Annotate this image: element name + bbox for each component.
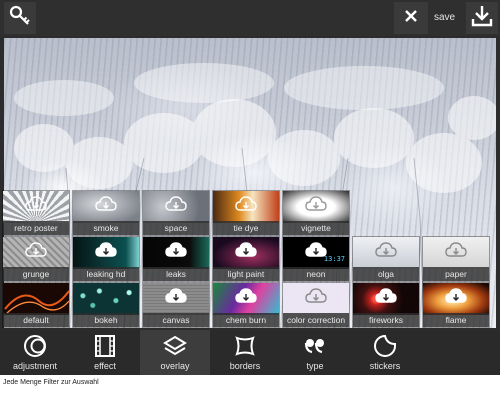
image-caption: Jede Menge Filter zur Auswahl	[3, 379, 99, 386]
filter-label: space	[143, 221, 209, 235]
filter-light-paint[interactable]: light paint	[212, 236, 280, 282]
filter-label: light paint	[213, 267, 279, 281]
download-icon	[470, 4, 494, 33]
save-label[interactable]: save	[434, 12, 455, 23]
adjustment-icon	[23, 334, 47, 358]
app-window: save retro poster smoke space tie dye vi…	[0, 0, 500, 375]
filter-label: olga	[353, 267, 419, 281]
key-icon	[9, 5, 31, 32]
cloud-download-icon	[25, 196, 47, 211]
cloud-download-icon	[375, 288, 397, 303]
cloud-download-icon	[375, 242, 397, 257]
tool-stickers[interactable]: stickers	[350, 330, 420, 375]
filter-label: fireworks	[353, 313, 419, 327]
filter-label: default	[3, 313, 69, 327]
border-frame-icon	[233, 334, 257, 358]
film-icon	[93, 334, 117, 358]
filter-retro-poster[interactable]: retro poster	[2, 190, 70, 236]
filter-bokeh[interactable]: bokeh	[72, 282, 140, 328]
filter-label: smoke	[73, 221, 139, 235]
filter-label: neon	[283, 267, 349, 281]
tool-label: overlay	[160, 361, 190, 371]
tool-overlay[interactable]: overlay	[140, 330, 210, 375]
layers-icon	[163, 334, 187, 358]
neon-clock-text: 13:37	[323, 255, 345, 263]
cloud-download-icon	[445, 288, 467, 303]
filter-space[interactable]: space	[142, 190, 210, 236]
filter-label: grunge	[3, 267, 69, 281]
close-button[interactable]	[394, 2, 428, 34]
download-button[interactable]	[466, 2, 498, 34]
cloud-download-icon	[305, 196, 327, 211]
filter-default[interactable]: default	[2, 282, 70, 328]
filter-leaks[interactable]: leaks	[142, 236, 210, 282]
tool-type[interactable]: type	[280, 330, 350, 375]
filter-chem-burn[interactable]: chem burn	[212, 282, 280, 328]
cloud-download-icon	[235, 196, 257, 211]
filter-label: bokeh	[73, 313, 139, 327]
filter-fireworks[interactable]: fireworks	[352, 282, 420, 328]
filter-label: retro poster	[3, 221, 69, 235]
cloud-download-icon	[305, 288, 327, 303]
filter-smoke[interactable]: smoke	[72, 190, 140, 236]
tool-borders[interactable]: borders	[210, 330, 280, 375]
filter-label: chem burn	[213, 313, 279, 327]
key-button[interactable]	[4, 2, 36, 34]
cloud-download-icon	[165, 196, 187, 211]
flame-swirl-graphic	[4, 290, 69, 314]
filter-vignette[interactable]: vignette	[282, 190, 350, 236]
filter-label: vignette	[283, 221, 349, 235]
filter-tie-dye[interactable]: tie dye	[212, 190, 280, 236]
cloud-download-icon	[25, 242, 47, 257]
filter-thumbnail	[73, 283, 139, 315]
tool-label: type	[306, 361, 324, 371]
filter-leaking-hd[interactable]: leaking hd	[72, 236, 140, 282]
cloud-download-icon	[165, 288, 187, 303]
filter-label: flame	[423, 313, 489, 327]
filter-label: leaks	[143, 267, 209, 281]
tool-label: borders	[229, 361, 261, 371]
tool-label: adjustment	[12, 361, 58, 371]
tool-adjustment[interactable]: adjustment	[0, 330, 70, 375]
filter-neon[interactable]: 13:37 neon	[282, 236, 350, 282]
filter-olga[interactable]: olga	[352, 236, 420, 282]
quote-icon	[303, 334, 327, 358]
filter-label: paper	[423, 267, 489, 281]
filter-canvas[interactable]: canvas	[142, 282, 210, 328]
tool-effect[interactable]: effect	[70, 330, 140, 375]
cloud-download-icon	[235, 242, 257, 257]
top-bar: save	[0, 0, 500, 36]
filter-label: tie dye	[213, 221, 279, 235]
filter-thumbnail	[3, 283, 69, 315]
sticker-icon	[373, 334, 397, 358]
filter-flame[interactable]: flame	[422, 282, 490, 328]
filter-color-correction[interactable]: color correction	[282, 282, 350, 328]
cloud-download-icon	[165, 242, 187, 257]
filter-label: color correction	[283, 313, 349, 327]
cloud-download-icon	[235, 288, 257, 303]
bottom-toolbar: adjustment effect overlay borders type s…	[0, 330, 500, 375]
filter-paper[interactable]: paper	[422, 236, 490, 282]
cloud-download-icon	[95, 242, 117, 257]
tool-label: effect	[94, 361, 116, 371]
filter-grunge[interactable]: grunge	[2, 236, 70, 282]
cloud-download-icon	[445, 242, 467, 257]
cloud-download-icon	[95, 196, 117, 211]
filter-label: leaking hd	[73, 267, 139, 281]
close-icon	[404, 9, 418, 28]
tool-label: stickers	[369, 361, 401, 371]
filter-label: canvas	[143, 313, 209, 327]
